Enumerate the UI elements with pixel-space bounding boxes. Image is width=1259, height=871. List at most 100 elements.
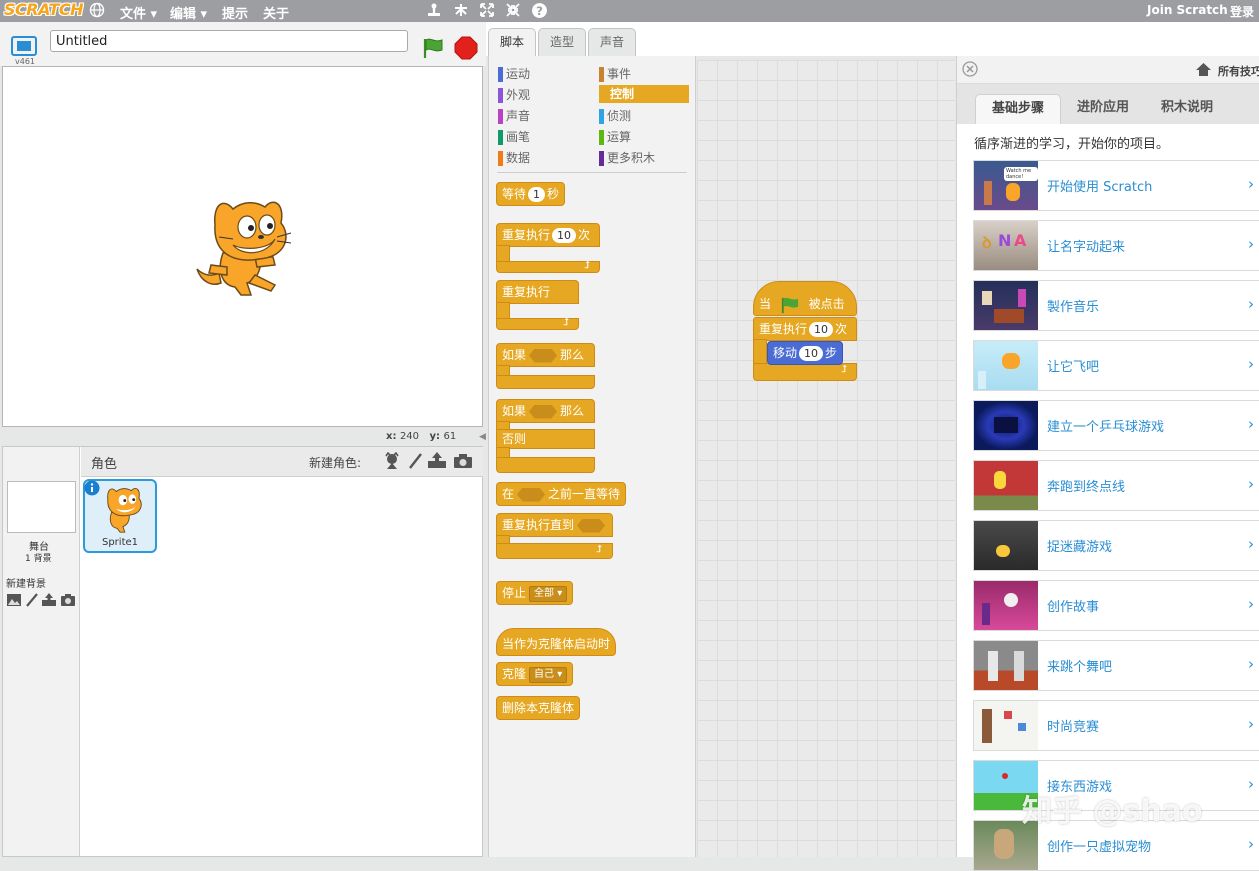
- tip-item-lets-dance[interactable]: 来跳个舞吧 ›: [973, 640, 1259, 691]
- chevron-right-icon: ›: [1248, 235, 1254, 253]
- green-flag-icon[interactable]: [421, 36, 445, 63]
- grow-icon[interactable]: [478, 2, 496, 20]
- category-motion[interactable]: 运动: [498, 65, 590, 83]
- script-move-steps[interactable]: 移动 10 步: [767, 341, 844, 365]
- category-pen[interactable]: 画笔: [498, 128, 590, 146]
- shrink-icon[interactable]: [504, 2, 522, 20]
- tips-intro-text: 循序渐进的学习，开始你的项目。: [974, 137, 1170, 152]
- tab-sounds[interactable]: 声音: [588, 28, 636, 56]
- category-events[interactable]: 事件: [599, 65, 691, 83]
- stop-sign-icon[interactable]: [454, 36, 478, 63]
- cat-sprite-on-stage[interactable]: [193, 195, 293, 304]
- tip-item-fashion-contest[interactable]: 时尚竞赛 ›: [973, 700, 1259, 751]
- category-data[interactable]: 数据: [498, 149, 590, 167]
- chevron-right-icon: ›: [1248, 595, 1254, 613]
- tip-item-pong-game[interactable]: 建立一个乒乓球游戏 ›: [973, 400, 1259, 451]
- block-create-clone[interactable]: 克隆 自己 ▾: [496, 662, 574, 686]
- login-link[interactable]: 登录: [1230, 3, 1254, 20]
- tab-scripts[interactable]: 脚本: [488, 28, 536, 57]
- duplicate-stamp-icon[interactable]: [425, 2, 443, 20]
- chevron-right-icon: ›: [1248, 355, 1254, 373]
- tips-tab-advanced[interactable]: 进阶应用: [1065, 94, 1141, 124]
- tips-tabs: 基础步骤 进阶应用 积木说明: [957, 84, 1259, 124]
- tip-item-run-to-finish[interactable]: 奔跑到终点线 ›: [973, 460, 1259, 511]
- tips-panel: 所有技巧 基础步骤 进阶应用 积木说明 循序渐进的学习，开始你的项目。 Watc…: [956, 56, 1259, 871]
- svg-text:?: ?: [536, 4, 543, 18]
- close-tips-icon[interactable]: [962, 61, 978, 80]
- choose-backdrop-library-icon[interactable]: [6, 593, 22, 610]
- block-palette: 运动 外观 声音 画笔 数据 事件 控制 侦测 运算 更多积木 等待 1 秒 重复执…: [488, 56, 696, 857]
- collapse-stage-arrow-icon[interactable]: ◀: [479, 432, 486, 442]
- tips-tab-basic[interactable]: 基础步骤: [975, 94, 1061, 124]
- chevron-right-icon: ›: [1248, 715, 1254, 733]
- tip-thumbnail: [974, 581, 1038, 630]
- green-flag-icon: [781, 297, 798, 313]
- help-icon[interactable]: ?: [530, 2, 548, 20]
- scratch-logo[interactable]: SCRATCH: [4, 0, 83, 19]
- script-when-flag-clicked[interactable]: 当 被点击: [753, 281, 857, 316]
- upload-backdrop-icon[interactable]: [41, 592, 57, 610]
- edit-menu[interactable]: 编辑 ▾: [170, 3, 207, 22]
- tip-thumbnail: [974, 461, 1038, 510]
- new-backdrop-label: 新建背景: [6, 579, 46, 590]
- tip-item-hide-and-seek[interactable]: 捉迷藏游戏 ›: [973, 520, 1259, 571]
- about-menu[interactable]: 关于: [263, 3, 289, 22]
- tip-item-getting-started[interactable]: Watch me dance! 开始使用 Scratch ›: [973, 160, 1259, 211]
- loop-arrow-icon: ⮥: [841, 364, 847, 375]
- new-sprite-label: 新建角色:: [309, 456, 362, 470]
- stage-thumbnail[interactable]: [7, 481, 76, 533]
- mouse-coordinates: x: 240 y: 61: [386, 431, 457, 442]
- block-wait-seconds[interactable]: 等待 1 秒: [496, 182, 566, 206]
- sprite-header: 角色 新建角色:: [81, 447, 483, 477]
- globe-icon[interactable]: [88, 2, 106, 20]
- block-wait-until[interactable]: 在之前一直等待: [496, 482, 627, 506]
- script-area[interactable]: 当 被点击 重复执行 10 次 ⮥ 移动 10 步: [697, 60, 955, 857]
- tips-menu[interactable]: 提示: [222, 3, 248, 22]
- tip-item-make-it-fly[interactable]: 让它飞吧 ›: [973, 340, 1259, 391]
- chevron-right-icon: ›: [1248, 475, 1254, 493]
- camera-sprite-icon[interactable]: [453, 453, 473, 472]
- project-title-input[interactable]: [50, 30, 408, 52]
- chevron-right-icon: ›: [1248, 775, 1254, 793]
- paint-backdrop-brush-icon[interactable]: [25, 593, 39, 610]
- chevron-right-icon: ›: [1248, 535, 1254, 553]
- block-when-start-as-clone[interactable]: 当作为克隆体启动时: [496, 628, 617, 656]
- tip-item-create-story[interactable]: 创作故事 ›: [973, 580, 1259, 631]
- backdrop-count: 1 背景: [25, 554, 52, 564]
- all-tips-link[interactable]: 所有技巧: [1218, 63, 1259, 79]
- block-stop[interactable]: 停止 全部 ▾: [496, 581, 574, 605]
- tip-item-animate-name[interactable]: ꝺ N A 让名字动起来 ›: [973, 220, 1259, 271]
- menu-bar: SCRATCH 文件 ▾ 编辑 ▾ 提示 关于 ? Join Scratch 登…: [0, 0, 1259, 22]
- category-operators[interactable]: 运算: [599, 128, 691, 146]
- category-sensing[interactable]: 侦测: [599, 107, 691, 125]
- category-more-blocks[interactable]: 更多积木: [599, 149, 691, 167]
- category-sound[interactable]: 声音: [498, 107, 590, 125]
- stage-header: v461: [0, 22, 486, 66]
- upload-sprite-icon[interactable]: [427, 451, 447, 472]
- block-delete-clone[interactable]: 删除本克隆体: [496, 696, 581, 720]
- watermark: 知乎 @shao: [1022, 794, 1203, 829]
- stage-canvas[interactable]: [2, 66, 483, 427]
- category-control[interactable]: 控制: [599, 85, 689, 103]
- chevron-right-icon: ›: [1248, 415, 1254, 433]
- join-scratch-link[interactable]: Join Scratch: [1147, 3, 1228, 17]
- paint-sprite-brush-icon[interactable]: [407, 452, 423, 473]
- file-menu[interactable]: 文件 ▾: [120, 3, 157, 22]
- tip-item-make-music[interactable]: 製作音乐 ›: [973, 280, 1259, 331]
- cut-scissors-icon[interactable]: [452, 2, 470, 20]
- chevron-right-icon: ›: [1248, 655, 1254, 673]
- sprite-name: Sprite1: [101, 537, 139, 548]
- camera-backdrop-icon[interactable]: [60, 593, 76, 610]
- tip-thumbnail: [974, 281, 1038, 330]
- version-label: v461: [15, 57, 36, 66]
- tips-toolbar: 所有技巧: [957, 56, 1259, 84]
- category-looks[interactable]: 外观: [498, 86, 590, 104]
- sprite-thumbnail-sprite1[interactable]: Sprite1: [83, 479, 157, 553]
- editor-tabs: 脚本 造型 声音: [486, 22, 1259, 57]
- palette-divider: [497, 172, 687, 173]
- tab-costumes[interactable]: 造型: [538, 28, 586, 56]
- home-icon[interactable]: [1195, 62, 1212, 80]
- chevron-right-icon: ›: [1248, 295, 1254, 313]
- choose-sprite-library-icon[interactable]: [383, 451, 401, 473]
- tips-tab-blocks[interactable]: 积木说明: [1149, 94, 1225, 124]
